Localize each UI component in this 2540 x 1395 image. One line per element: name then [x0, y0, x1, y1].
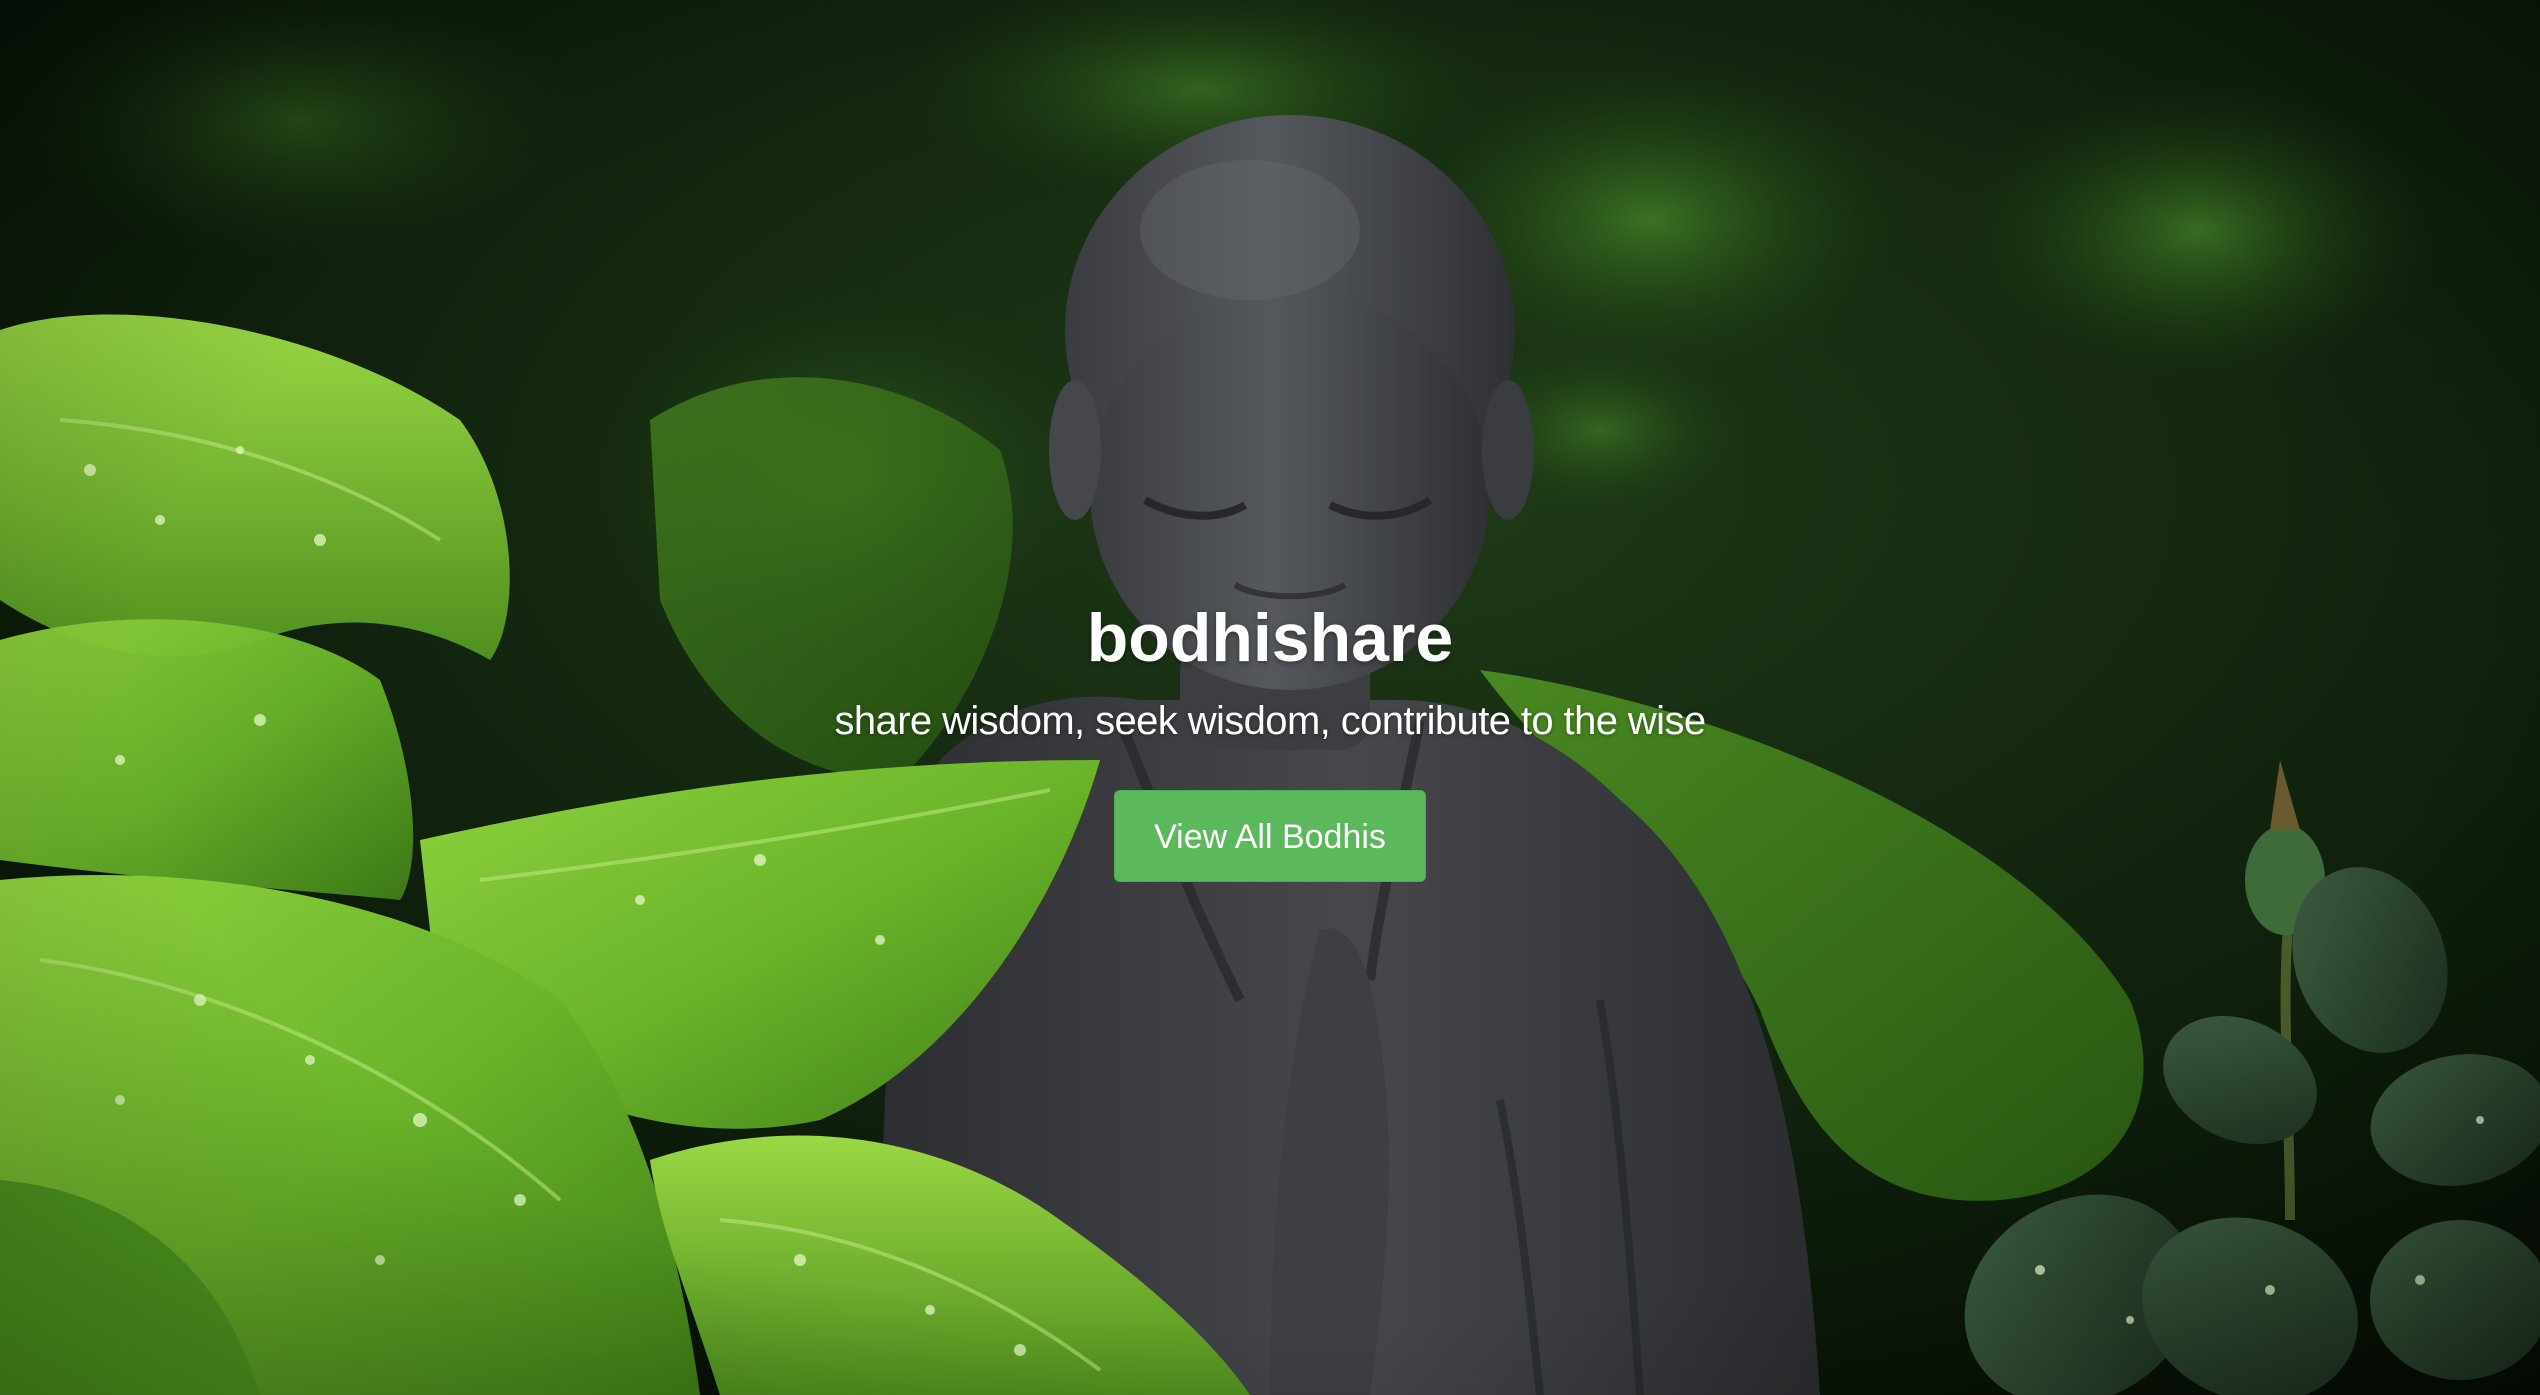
hero-section: bodhishare share wisdom, seek wisdom, co…: [0, 0, 2540, 1395]
site-title: bodhishare: [1086, 600, 1454, 676]
view-all-bodhis-button[interactable]: View All Bodhis: [1114, 790, 1426, 882]
tagline: share wisdom, seek wisdom, contribute to…: [834, 699, 1707, 743]
hero-content: bodhishare share wisdom, seek wisdom, co…: [0, 588, 2540, 882]
